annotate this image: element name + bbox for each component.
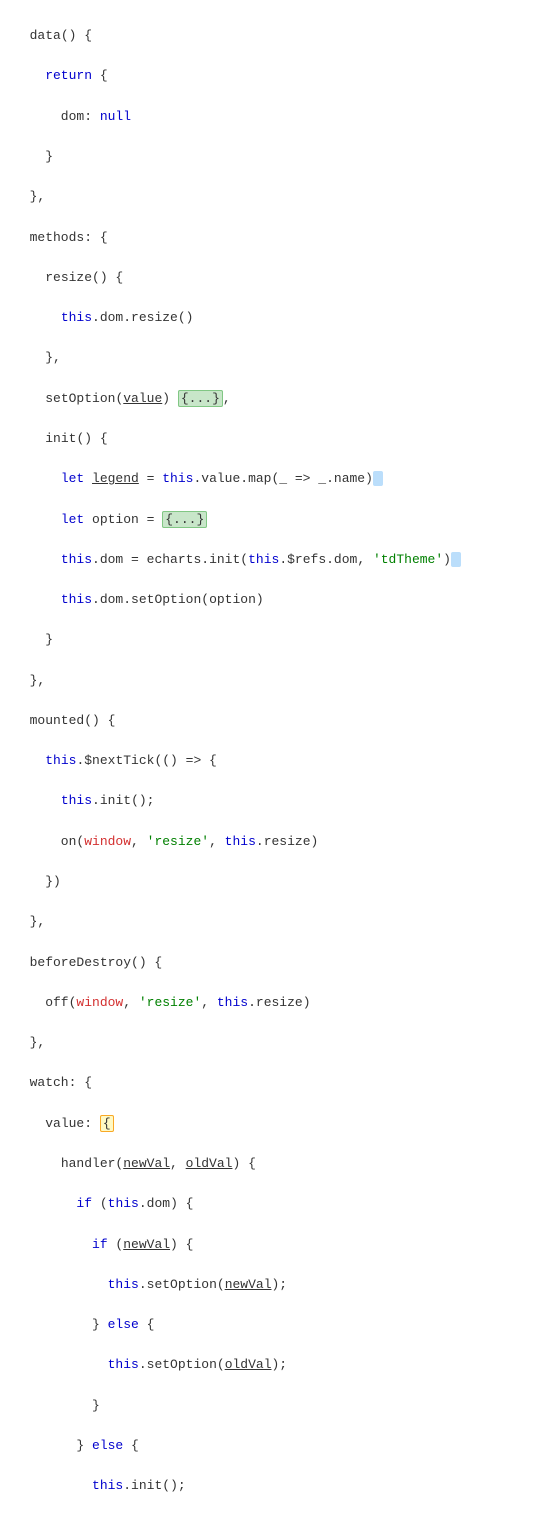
code-line: value: { <box>14 1114 539 1134</box>
code-container: data() { return { dom: null } }, methods… <box>0 0 547 1514</box>
code-line: return { <box>14 66 539 86</box>
code-line: data() { <box>14 26 539 46</box>
code-line: this.dom = echarts.init(this.$refs.dom, … <box>14 550 539 570</box>
code-line: handler(newVal, oldVal) { <box>14 1154 539 1174</box>
code-line: on(window, 'resize', this.resize) <box>14 832 539 852</box>
code-line: }, <box>14 187 539 207</box>
code-line: setOption(value) {...}, <box>14 389 539 409</box>
code-line: } <box>14 630 539 650</box>
code-line: } <box>14 1396 539 1416</box>
code-line: }) <box>14 872 539 892</box>
code-line: off(window, 'resize', this.resize) <box>14 993 539 1013</box>
code-line: }, <box>14 912 539 932</box>
code-line: this.dom.resize() <box>14 308 539 328</box>
code-line: if (newVal) { <box>14 1235 539 1255</box>
code-line: }, <box>14 1033 539 1053</box>
code-line: let option = {...} <box>14 510 539 530</box>
code-line: dom: null <box>14 107 539 127</box>
code-line: }, <box>14 348 539 368</box>
code-line: this.dom.setOption(option) <box>14 590 539 610</box>
code-line: }, <box>14 671 539 691</box>
code-line: resize() { <box>14 268 539 288</box>
code-line: methods: { <box>14 228 539 248</box>
code-line: this.$nextTick(() => { <box>14 751 539 771</box>
code-line: init() { <box>14 429 539 449</box>
code-line: this.init(); <box>14 1476 539 1496</box>
code-line: let legend = this.value.map(_ => _.name) <box>14 469 539 489</box>
code-line: if (this.dom) { <box>14 1194 539 1214</box>
code-line: mounted() { <box>14 711 539 731</box>
code-line: } <box>14 147 539 167</box>
code-area: data() { return { dom: null } }, methods… <box>0 4 547 1514</box>
code-line: this.setOption(oldVal); <box>14 1355 539 1375</box>
code-line: } else { <box>14 1436 539 1456</box>
code-line: beforeDestroy() { <box>14 953 539 973</box>
code-line: this.setOption(newVal); <box>14 1275 539 1295</box>
code-line: this.init(); <box>14 791 539 811</box>
code-line: watch: { <box>14 1073 539 1093</box>
code-line: } else { <box>14 1315 539 1335</box>
